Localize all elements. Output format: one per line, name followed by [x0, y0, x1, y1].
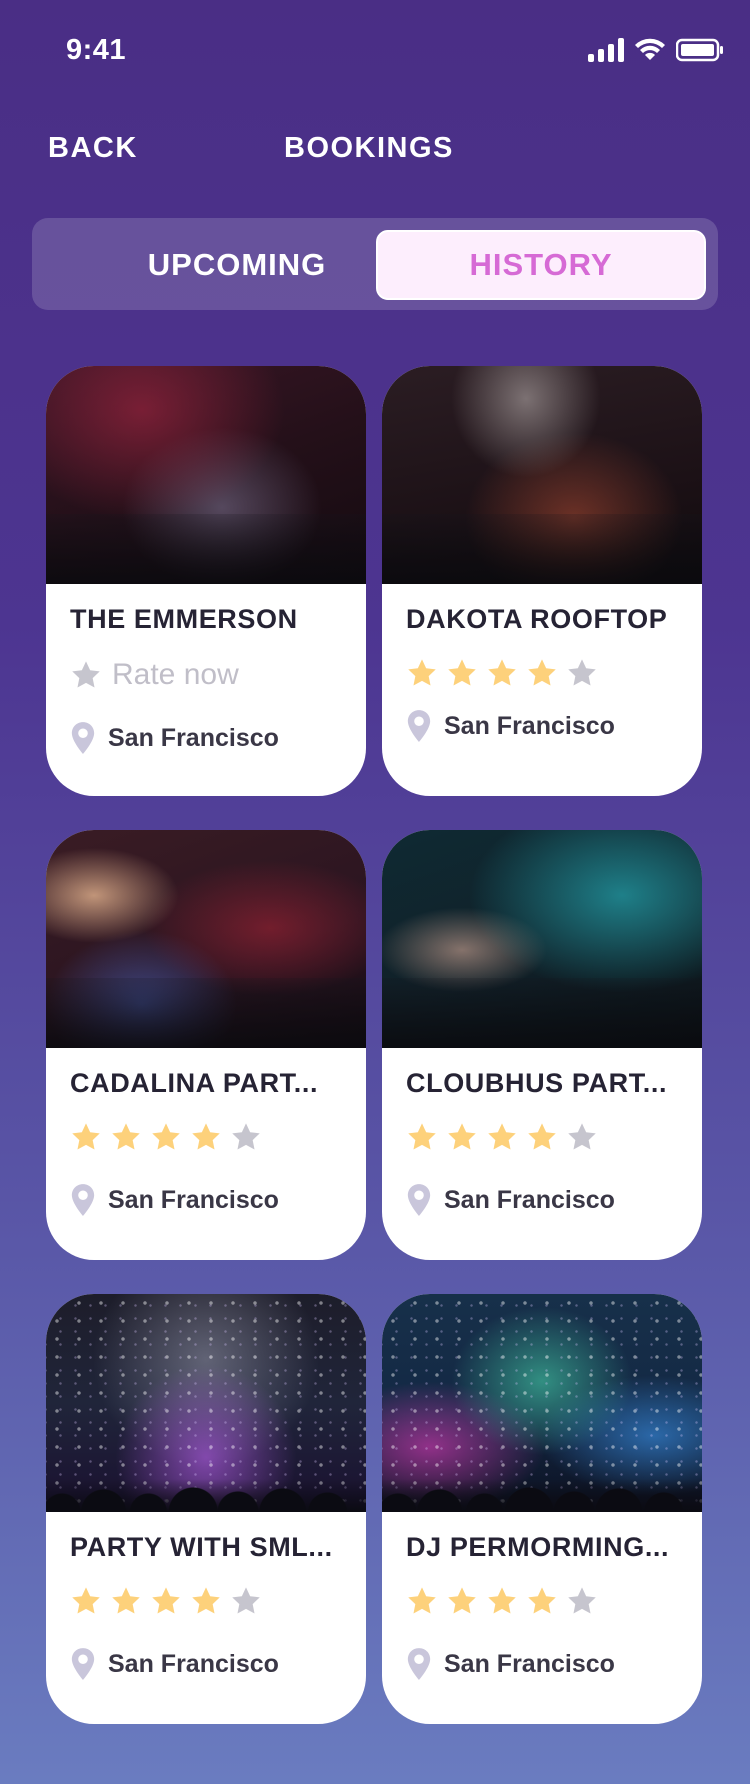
location-pin-icon	[407, 1184, 431, 1216]
status-icons	[588, 38, 724, 62]
star-filled-icon	[528, 659, 556, 686]
star-rating	[406, 1583, 702, 1619]
star-filled-icon	[448, 659, 476, 686]
star-filled-icon	[528, 1587, 556, 1614]
cellular-signal-icon	[588, 38, 624, 62]
booking-card[interactable]: THE EMMERSON Rate now San Francisco	[46, 366, 366, 796]
star-filled-icon	[488, 659, 516, 686]
star-empty-icon	[568, 1123, 596, 1150]
star-filled-icon	[152, 1587, 180, 1614]
star-rating	[70, 1119, 366, 1155]
venue-photo	[382, 366, 702, 584]
star-filled-icon	[72, 1123, 100, 1150]
star-filled-icon	[112, 1587, 140, 1614]
location-label: San Francisco	[108, 1185, 279, 1214]
star-filled-icon	[448, 1123, 476, 1150]
star-icon	[72, 661, 100, 688]
location-label: San Francisco	[444, 711, 615, 740]
star-rating	[406, 655, 702, 691]
star-filled-icon	[192, 1587, 220, 1614]
booking-title: DAKOTA ROOFTOP	[406, 604, 668, 634]
star-filled-icon	[112, 1123, 140, 1150]
star-filled-icon	[448, 1587, 476, 1614]
location: San Francisco	[70, 1647, 366, 1681]
page-title: BOOKINGS	[284, 132, 454, 164]
star-filled-icon	[192, 1123, 220, 1150]
location-pin-icon	[71, 722, 95, 754]
booking-title: DJ PERMORMING...	[406, 1532, 670, 1562]
booking-title: PARTY WITH SML...	[70, 1532, 333, 1562]
header: BACK BOOKINGS	[0, 132, 750, 172]
star-filled-icon	[488, 1123, 516, 1150]
star-empty-icon	[232, 1587, 260, 1614]
booking-card[interactable]: DAKOTA ROOFTOP San Francisco	[382, 366, 702, 796]
star-filled-icon	[408, 659, 436, 686]
battery-icon	[676, 38, 724, 62]
star-filled-icon	[72, 1587, 100, 1614]
wifi-icon	[634, 38, 666, 62]
star-empty-icon	[568, 1587, 596, 1614]
venue-photo	[46, 830, 366, 1048]
booking-card[interactable]: PARTY WITH SML... San Francisco	[46, 1294, 366, 1724]
location: San Francisco	[406, 1647, 702, 1681]
location: San Francisco	[406, 1183, 702, 1217]
tab-upcoming[interactable]: UPCOMING	[72, 230, 402, 300]
status-bar: 9:41	[0, 0, 750, 100]
location-label: San Francisco	[108, 723, 279, 752]
status-time: 9:41	[66, 34, 127, 66]
location-label: San Francisco	[444, 1649, 615, 1678]
location-label: San Francisco	[108, 1649, 279, 1678]
bookings-tab-switcher: UPCOMING HISTORY	[32, 218, 718, 310]
location-pin-icon	[71, 1648, 95, 1680]
star-rating	[406, 1119, 702, 1155]
star-filled-icon	[408, 1587, 436, 1614]
bookings-grid: THE EMMERSON Rate now San Francisco DAKO…	[46, 366, 702, 1724]
star-filled-icon	[408, 1123, 436, 1150]
booking-card[interactable]: CADALINA PART... San Francisco	[46, 830, 366, 1260]
location-pin-icon	[407, 710, 431, 742]
booking-title: CADALINA PART...	[70, 1068, 319, 1098]
star-empty-icon	[568, 659, 596, 686]
rate-now-button[interactable]: Rate now	[70, 657, 366, 693]
rate-now-label: Rate now	[112, 658, 239, 691]
back-button[interactable]: BACK	[48, 132, 138, 165]
star-rating	[70, 1583, 366, 1619]
venue-photo	[46, 1294, 366, 1512]
location-pin-icon	[407, 1648, 431, 1680]
location: San Francisco	[70, 1183, 366, 1217]
location: San Francisco	[70, 721, 366, 755]
venue-photo	[382, 1294, 702, 1512]
star-filled-icon	[528, 1123, 556, 1150]
star-empty-icon	[232, 1123, 260, 1150]
booking-card[interactable]: CLOUBHUS PART... San Francisco	[382, 830, 702, 1260]
location-label: San Francisco	[444, 1185, 615, 1214]
booking-title: THE EMMERSON	[70, 604, 298, 634]
star-filled-icon	[488, 1587, 516, 1614]
booking-card[interactable]: DJ PERMORMING... San Francisco	[382, 1294, 702, 1724]
star-filled-icon	[152, 1123, 180, 1150]
location-pin-icon	[71, 1184, 95, 1216]
location: San Francisco	[406, 709, 702, 743]
tab-history[interactable]: HISTORY	[376, 230, 706, 300]
venue-photo	[46, 366, 366, 584]
booking-title: CLOUBHUS PART...	[406, 1068, 668, 1098]
venue-photo	[382, 830, 702, 1048]
